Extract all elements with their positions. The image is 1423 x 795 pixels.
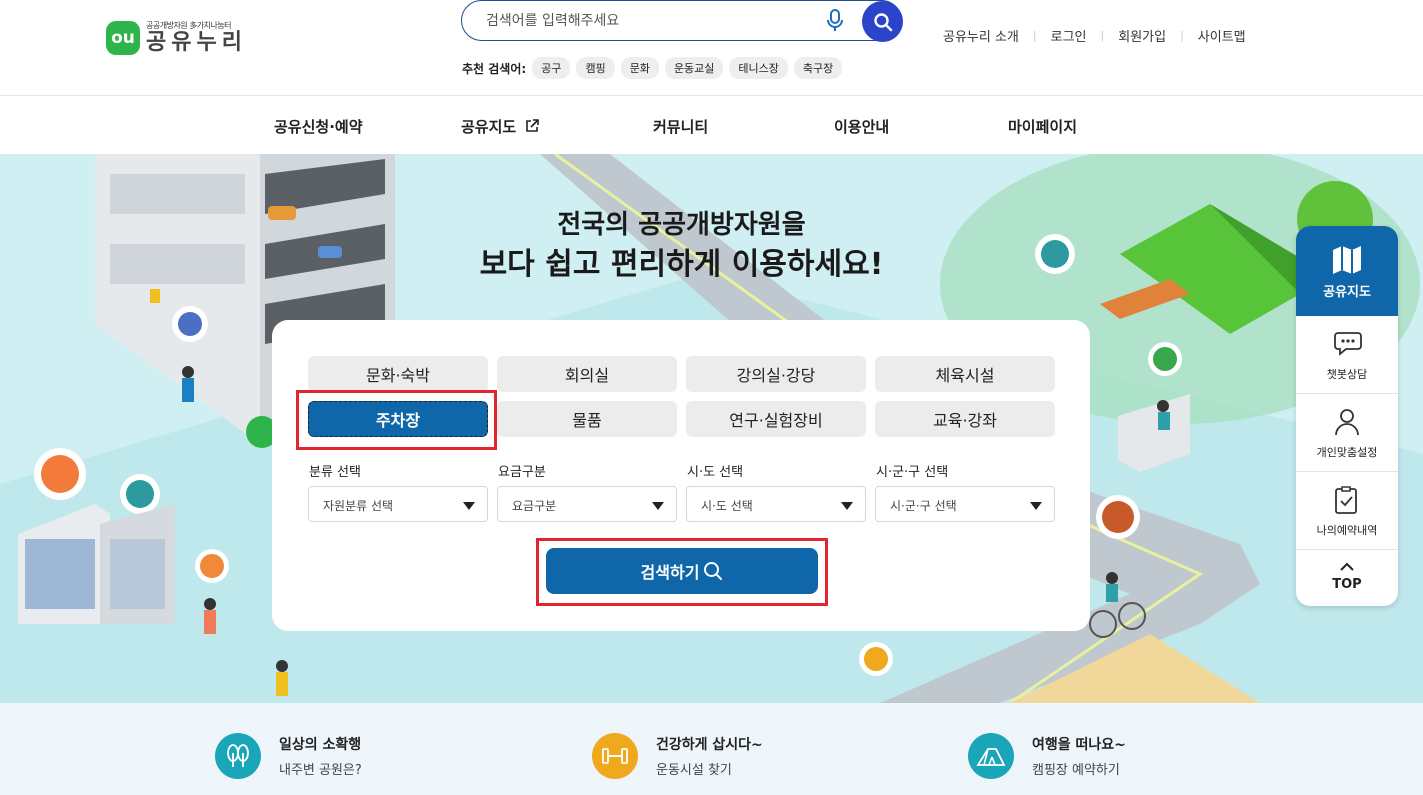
recommend-label: 추천 검색어: [462, 61, 527, 76]
nav-item-map[interactable]: 공유지도 [461, 116, 540, 137]
category-lecture-hall[interactable]: 강의실·강당 [686, 356, 866, 392]
sitemap-link[interactable]: 사이트맵 [1198, 26, 1246, 45]
theme-link-camping[interactable]: 여행을 떠나요~ 캠핑장 예약하기 [968, 733, 1126, 779]
recommended-keywords: 추천 검색어: 공구 캠핑 문화 운동교실 테니스장 축구장 [462, 57, 848, 79]
search-icon [704, 562, 723, 580]
dropdown-arrow-icon [463, 502, 475, 510]
category-goods[interactable]: 물품 [497, 401, 677, 437]
quick-menu: 공유지도 챗봇상담 개인맞춤설정 나의예약내역 TOP [1296, 226, 1398, 606]
search-submit-label: 검색하기 [640, 563, 700, 582]
divider: | [1180, 29, 1184, 42]
microphone-icon[interactable] [826, 9, 844, 33]
theme-link-park[interactable]: 일상의 소확행 내주변 공원은? [215, 733, 362, 779]
nav-item-label: 공유지도 [461, 118, 517, 136]
chevron-up-icon [1340, 562, 1354, 571]
scroll-top-label: TOP [1332, 577, 1362, 592]
map-icon [1333, 246, 1361, 274]
search-button[interactable] [862, 1, 903, 42]
select-value: 시·군·구 선택 [890, 499, 957, 513]
select-label: 요금구분 [498, 465, 546, 480]
search-submit-button[interactable]: 검색하기 [546, 548, 818, 594]
province-select[interactable]: 시·도 선택 [686, 486, 866, 522]
quick-reservations-button[interactable]: 나의예약내역 [1296, 472, 1398, 550]
about-link[interactable]: 공유누리 소개 [943, 26, 1019, 45]
resource-search-panel: 문화·숙박 회의실 강의실·강당 체육시설 주차장 물품 연구·실험장비 교육·… [272, 320, 1090, 631]
divider: | [1032, 29, 1037, 42]
quick-custom-settings-button[interactable]: 개인맞춤설정 [1296, 394, 1398, 472]
fee-type-select[interactable]: 요금구분 [497, 486, 677, 522]
theme-title: 여행을 떠나요~ [1032, 737, 1126, 753]
category-culture-lodging[interactable]: 문화·숙박 [308, 356, 488, 392]
keyword-tag[interactable]: 운동교실 [664, 57, 724, 79]
quick-reservations-label: 나의예약내역 [1316, 524, 1378, 537]
resource-type-select[interactable]: 자원분류 선택 [308, 486, 488, 522]
district-select[interactable]: 시·군·구 선택 [875, 486, 1055, 522]
nav-item-guide[interactable]: 이용안내 [834, 116, 889, 137]
quick-custom-settings-label: 개인맞춤설정 [1316, 446, 1378, 459]
logo-mark-icon: ou [106, 20, 140, 55]
quick-map-label: 공유지도 [1323, 285, 1371, 300]
hero-banner: 전국의 공공개방자원을 보다 쉽고 편리하게 이용하세요! 문화·숙박 회의실 … [0, 154, 1423, 703]
park-icon [215, 733, 261, 779]
keyword-tag[interactable]: 공구 [532, 57, 571, 79]
keyword-tag[interactable]: 테니스장 [729, 57, 788, 79]
select-label: 시·도 선택 [687, 465, 744, 480]
select-value: 요금구분 [512, 499, 557, 513]
category-meeting-room[interactable]: 회의실 [497, 356, 677, 392]
hero-title: 전국의 공공개방자원을 [557, 210, 806, 240]
theme-subtitle: 내주변 공원은? [279, 763, 362, 778]
quick-chatbot-label: 챗봇상담 [1326, 368, 1368, 381]
quick-map-button[interactable]: 공유지도 [1296, 226, 1398, 316]
keyword-tag[interactable]: 문화 [620, 57, 659, 79]
highlight-box [296, 390, 497, 450]
dropdown-arrow-icon [841, 502, 853, 510]
theme-title: 일상의 소확행 [279, 737, 362, 753]
select-value: 시·도 선택 [701, 499, 753, 513]
keyword-tag[interactable]: 축구장 [793, 57, 843, 79]
site-logo[interactable]: ou 공공개방자원 多가치나눔터 공유누리 [106, 20, 247, 55]
external-link-icon [526, 119, 540, 132]
theme-links-bar: 일상의 소확행 내주변 공원은? 건강하게 삽시다~ 운동시설 찾기 여행을 떠… [0, 703, 1423, 795]
theme-subtitle: 운동시설 찾기 [656, 763, 732, 778]
nav-item-apply[interactable]: 공유신청·예약 [274, 116, 363, 137]
category-sports-facility[interactable]: 체육시설 [875, 356, 1055, 392]
logo-title: 공유누리 [146, 30, 247, 55]
select-label: 시·군·구 선택 [876, 465, 949, 480]
search-box [461, 0, 903, 42]
theme-link-sports[interactable]: 건강하게 삽시다~ 운동시설 찾기 [592, 733, 763, 779]
select-value: 자원분류 선택 [323, 499, 394, 513]
user-icon [1335, 409, 1359, 436]
signup-link[interactable]: 회원가입 [1118, 26, 1166, 45]
scroll-top-button[interactable]: TOP [1296, 550, 1398, 606]
category-research-equipment[interactable]: 연구·실험장비 [686, 401, 866, 437]
keyword-tag[interactable]: 캠핑 [576, 57, 615, 79]
nav-item-community[interactable]: 커뮤니티 [653, 116, 708, 137]
chat-icon [1334, 332, 1362, 356]
nav-item-mypage[interactable]: 마이페이지 [1008, 116, 1077, 137]
dumbbell-icon [592, 733, 638, 779]
category-education[interactable]: 교육·강좌 [875, 401, 1055, 437]
utility-links: 공유누리 소개 | 로그인 | 회원가입 | 사이트맵 [943, 26, 1246, 45]
checklist-icon [1335, 486, 1357, 514]
theme-title: 건강하게 삽시다~ [656, 737, 763, 753]
quick-chatbot-button[interactable]: 챗봇상담 [1296, 316, 1398, 394]
hero-subtitle: 보다 쉽고 편리하게 이용하세요! [479, 247, 884, 282]
divider: | [1100, 29, 1105, 42]
select-label: 분류 선택 [309, 465, 361, 480]
site-header: ou 공공개방자원 多가치나눔터 공유누리 추천 검색어: 공구 캠핑 문화 운… [0, 0, 1423, 96]
dropdown-arrow-icon [1030, 502, 1042, 510]
dropdown-arrow-icon [652, 502, 664, 510]
search-icon [873, 12, 892, 31]
tent-icon [968, 733, 1014, 779]
login-link[interactable]: 로그인 [1051, 26, 1087, 45]
search-input[interactable] [486, 10, 816, 32]
theme-subtitle: 캠핑장 예약하기 [1032, 763, 1120, 778]
main-nav: 공유신청·예약 공유지도 커뮤니티 이용안내 마이페이지 [0, 96, 1423, 154]
